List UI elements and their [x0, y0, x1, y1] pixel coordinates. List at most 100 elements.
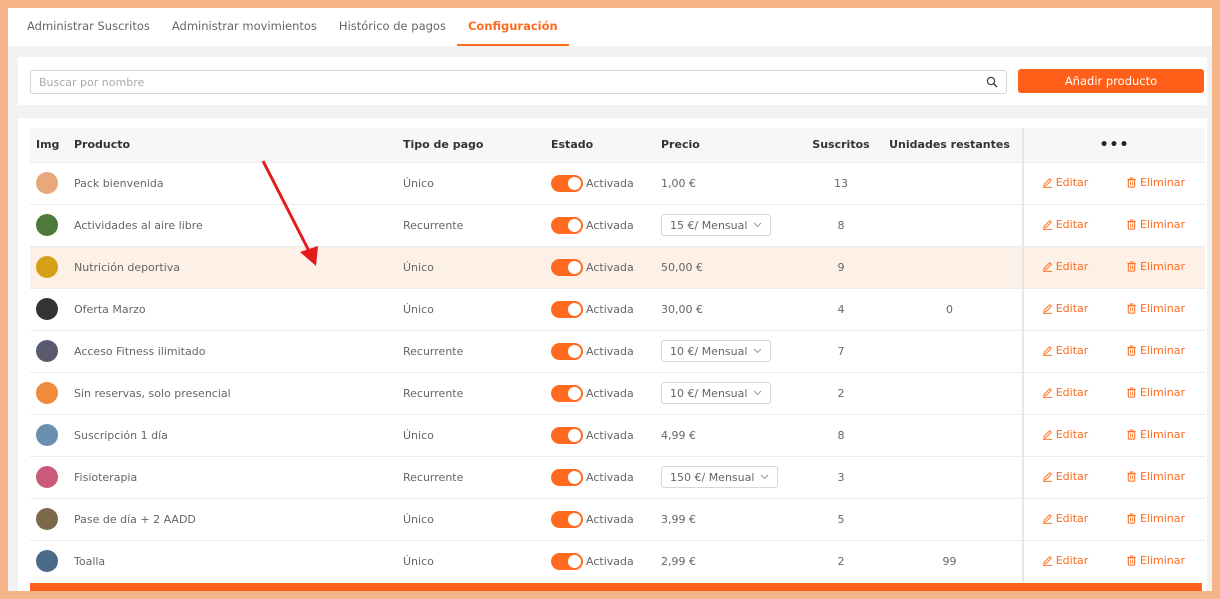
img-cell	[30, 245, 68, 288]
more-icon[interactable]: •••	[1100, 137, 1130, 153]
col-status[interactable]: Estado	[545, 128, 655, 162]
img-cell	[30, 329, 68, 372]
edit-label: Editar	[1055, 301, 1089, 315]
edit-button[interactable]: Editar	[1042, 427, 1089, 441]
status-toggle[interactable]	[551, 384, 583, 402]
table-row[interactable]: Suscripción 1 día Único Activada 4,99 € …	[30, 413, 1205, 456]
status-toggle[interactable]	[551, 426, 583, 444]
status-cell: Activada	[545, 413, 655, 456]
remaining-units	[877, 203, 1024, 246]
col-remaining[interactable]: Unidades restantes	[877, 128, 1024, 162]
status-cell: Activada	[545, 455, 655, 498]
col-product[interactable]: Producto	[68, 128, 397, 162]
edit-button[interactable]: Editar	[1042, 344, 1088, 357]
price-select[interactable]: 10 €/ Mensual	[661, 340, 772, 362]
payment-type: Recurrente	[397, 203, 545, 246]
img-cell	[30, 539, 68, 582]
subscribers-count: 2	[805, 371, 877, 414]
table-row[interactable]: Sin reservas, solo presencial Recurrente…	[30, 371, 1205, 414]
price-cell: 10 €/ Mensual	[655, 329, 805, 372]
payment-type: Único	[397, 245, 545, 288]
subscribers-count: 3	[805, 455, 877, 498]
table-row[interactable]: Oferta Marzo Único Activada 30,00 € 4 0 …	[30, 287, 1205, 330]
delete-button[interactable]: Eliminar	[1126, 470, 1185, 483]
edit-label: Editar	[1055, 427, 1089, 441]
table-row[interactable]: Toalla Único Activada 2,99 € 2 99 Editar…	[30, 539, 1205, 582]
delete-button[interactable]: Eliminar	[1126, 428, 1185, 441]
status-toggle[interactable]	[551, 468, 583, 486]
search-box[interactable]	[30, 70, 1007, 94]
edit-icon	[1042, 513, 1052, 524]
table-row[interactable]: Acceso Fitness ilimitado Recurrente Acti…	[30, 329, 1205, 372]
status-cell: Activada	[545, 161, 655, 204]
delete-button[interactable]: Eliminar	[1126, 554, 1185, 567]
product-name: Fisioterapia	[68, 455, 397, 498]
col-subscribers[interactable]: Suscritos	[805, 128, 877, 162]
img-cell	[30, 287, 68, 330]
search-icon[interactable]	[986, 76, 998, 88]
price-select[interactable]: 10 €/ Mensual	[661, 382, 772, 404]
delete-button[interactable]: Eliminar	[1126, 176, 1185, 189]
price-select[interactable]: 15 €/ Mensual	[661, 214, 772, 236]
tab-0[interactable]: Administrar Suscritos	[16, 8, 161, 46]
product-name: Pase de día + 2 AADD	[68, 497, 397, 540]
status-label: Activada	[586, 428, 634, 442]
edit-button[interactable]: Editar	[1042, 301, 1089, 315]
status-toggle[interactable]	[551, 300, 583, 318]
remaining-units: 99	[877, 539, 1024, 582]
col-price[interactable]: Precio	[655, 128, 805, 162]
table-row[interactable]: Pack bienvenida Único Activada 1,00 € 13…	[30, 161, 1205, 204]
delete-button[interactable]: Eliminar	[1126, 386, 1185, 399]
add-product-button[interactable]: Añadir producto	[1018, 69, 1204, 93]
status-toggle[interactable]	[551, 174, 583, 192]
status-toggle[interactable]	[551, 552, 583, 570]
col-payment-type[interactable]: Tipo de pago	[397, 128, 545, 162]
edit-button[interactable]: Editar	[1042, 386, 1088, 399]
delete-label: Eliminar	[1139, 343, 1186, 357]
delete-button[interactable]: Eliminar	[1126, 218, 1185, 231]
tab-bar: Administrar Suscritos Administrar movimie…	[8, 8, 1212, 46]
chevron-down-icon	[754, 222, 762, 228]
edit-label: Editar	[1055, 217, 1089, 231]
edit-button[interactable]: Editar	[1042, 217, 1089, 231]
delete-button[interactable]: Eliminar	[1126, 512, 1185, 525]
edit-button[interactable]: Editar	[1042, 511, 1089, 525]
status-toggle[interactable]	[551, 510, 583, 528]
tab-1[interactable]: Administrar movimientos	[161, 8, 328, 46]
delete-button[interactable]: Eliminar	[1126, 344, 1185, 357]
table-row[interactable]: Fisioterapia Recurrente Activada 150 €/ …	[30, 455, 1205, 498]
bottom-scroll-bar[interactable]	[30, 583, 1202, 591]
tab-2[interactable]: Histórico de pagos	[328, 8, 457, 46]
delete-button[interactable]: Eliminar	[1126, 302, 1185, 315]
products-table: Img Producto Tipo de pago Estado Precio …	[30, 128, 1205, 582]
product-avatar	[36, 424, 58, 446]
search-input[interactable]	[31, 71, 971, 93]
table-row[interactable]: Nutrición deportiva Único Activada 50,00…	[30, 245, 1205, 288]
price-cell: 30,00 €	[655, 287, 805, 330]
delete-button[interactable]: Eliminar	[1126, 260, 1185, 273]
edit-cell: Editar	[1023, 539, 1106, 582]
tab-3[interactable]: Configuración	[456, 8, 569, 46]
product-name: Pack bienvenida	[68, 161, 397, 204]
edit-button[interactable]: Editar	[1042, 470, 1088, 483]
price-value: 30,00 €	[661, 302, 703, 316]
product-avatar	[36, 298, 58, 320]
price-select[interactable]: 150 €/ Mensual	[661, 466, 779, 488]
search-card: Añadir producto	[18, 57, 1207, 105]
col-actions-menu[interactable]: •••	[1023, 128, 1205, 162]
edit-label: Editar	[1055, 511, 1089, 525]
price-cell: 1,00 €	[655, 161, 805, 204]
edit-button[interactable]: Editar	[1042, 260, 1088, 273]
price-value: 150 €/ Mensual	[670, 470, 755, 484]
status-toggle[interactable]	[551, 342, 583, 360]
table-row[interactable]: Pase de día + 2 AADD Único Activada 3,99…	[30, 497, 1205, 540]
edit-icon	[1042, 429, 1052, 440]
img-cell	[30, 455, 68, 498]
edit-button[interactable]: Editar	[1042, 176, 1088, 189]
edit-cell: Editar	[1023, 203, 1106, 246]
status-toggle[interactable]	[551, 258, 583, 276]
edit-cell: Editar	[1023, 497, 1106, 540]
table-row[interactable]: Actividades al aire libre Recurrente Act…	[30, 203, 1205, 246]
status-toggle[interactable]	[551, 216, 583, 234]
edit-button[interactable]: Editar	[1042, 554, 1088, 567]
